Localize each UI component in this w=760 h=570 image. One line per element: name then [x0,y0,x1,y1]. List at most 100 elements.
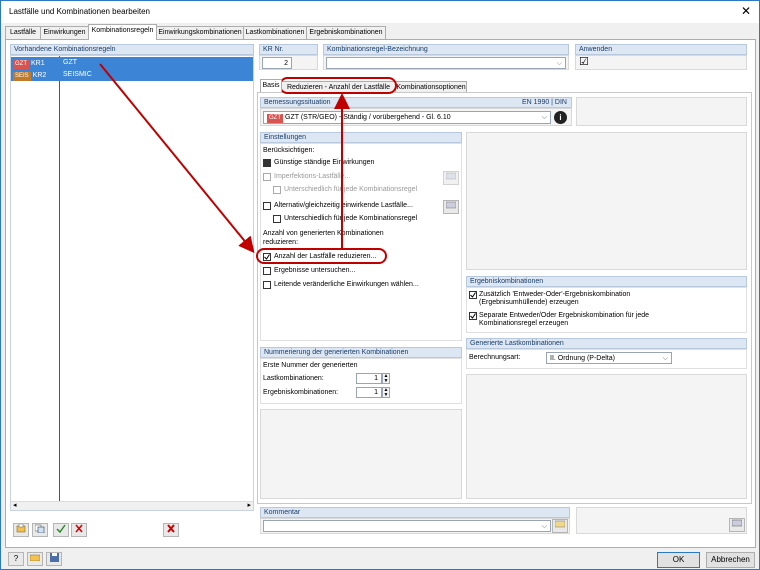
chevron-down-icon[interactable]: ⌵ [557,58,562,70]
comment-input[interactable]: ⌵ [263,520,551,532]
gzt-tag: GZT [13,60,29,69]
design-situation-select[interactable]: GZT GZT (STR/GEO) - Ständig / vorübergehe… [263,111,551,124]
combination-rules-header: Vorhandene Kombinationsregeln [10,44,254,55]
open-folder-icon[interactable] [27,552,43,566]
reduce-loadcases-checkbox[interactable] [263,253,271,261]
design-situation-area: GZT GZT (STR/GEO) - Ständig / vorübergehe… [260,108,572,126]
load-combinations-spinner[interactable]: ▲ ▼ [382,373,390,384]
delete-rule-icon[interactable] [71,523,87,537]
different-per-rule-checkbox-2[interactable] [273,215,281,223]
check-rule-icon[interactable] [53,523,69,537]
reduce-count-text-2: reduzieren: [263,239,299,246]
tab-kombinationsregeln[interactable]: Kombinationsregeln [88,24,157,40]
consider-label: Berücksichtigen: [263,147,315,154]
tab-lastkombinationen[interactable]: Lastkombinationen [243,26,307,39]
comment-header: Kommentar [260,507,570,518]
horizontal-scrollbar[interactable]: ◂ ▸ [11,501,253,510]
cancel-button[interactable]: Abbrechen [706,552,755,568]
reduce-loadcases-label: Anzahl der Lastfälle reduzieren... [274,253,377,260]
close-icon[interactable]: ✕ [741,4,751,18]
dialog-window: Lastfälle und Kombinationen bearbeiten ✕… [0,0,760,570]
ok-button[interactable]: OK [657,552,700,568]
edit-imperfection-icon[interactable] [443,171,459,185]
tab-ergebniskombinationen[interactable]: Ergebniskombinationen [306,26,386,39]
save-icon[interactable] [46,552,62,566]
analysis-type-select[interactable]: II. Ordnung (P-Delta) ⌵ [546,352,672,364]
alternative-loadcases-checkbox[interactable] [263,202,271,210]
help-icon[interactable]: ? [8,552,24,566]
design-norm: EN 1990 | DIN [521,99,567,106]
rule-name-area: ⌵ [323,55,569,70]
reduce-count-text-1: Anzahl von generierten Kombinationen [263,230,384,237]
list-item[interactable]: SEIS KR2 SEISMIC [11,69,253,81]
separate-either-or-checkbox[interactable] [469,312,477,320]
delete-all-icon[interactable] [163,523,179,537]
edit-alternative-icon[interactable] [443,200,459,214]
generated-lc-header: Generierte Lastkombinationen [466,338,747,349]
combination-rules-list[interactable]: GZT KR1 GZT SEIS KR2 SEISMIC ◂ ▸ [10,55,254,511]
different-per-rule-label-1: Unterschiedlich für jede Kombinationsreg… [284,186,418,193]
design-situation-label: Bemessungssituation [264,99,331,106]
numbering-side-area [260,409,462,499]
design-situation-value: GZT (STR/GEO) - Ständig / vorübergehend … [285,114,451,121]
result-combinations-spinner[interactable]: ▲ ▼ [382,387,390,398]
window-title: Lastfälle und Kombinationen bearbeiten [9,7,150,16]
title-bar: Lastfälle und Kombinationen bearbeiten ✕ [1,1,759,23]
info-icon[interactable]: i [554,111,567,124]
analysis-type-label: Berechnungsart: [469,354,521,361]
new-rule-icon[interactable] [13,523,29,537]
copy-rule-icon[interactable] [32,523,48,537]
different-per-rule-label-2: Unterschiedlich für jede Kombinationsreg… [284,215,418,222]
settings-header: Einstellungen [260,132,462,143]
rule-name: GZT [63,59,77,66]
chevron-down-icon[interactable]: ⌵ [542,521,547,533]
comment-area: ⌵ [260,518,570,534]
analysis-type-value: II. Ordnung (P-Delta) [550,355,615,362]
seis-tag: SEIS [13,72,31,81]
scroll-right-icon[interactable]: ▸ [247,501,251,509]
chevron-down-icon[interactable]: ⌵ [542,112,547,124]
alternative-loadcases-label: Alternativ/gleichzeitig einwirkende Last… [274,202,413,209]
result-combinations-header: Ergebniskombinationen [466,276,747,287]
table-edit-icon[interactable] [729,518,745,532]
separate-either-or-label-2: Kombinationsregel erzeugen [479,320,569,327]
apply-checkbox[interactable]: ☑ [579,56,589,69]
subtab-basis[interactable]: Basis [260,79,282,92]
scroll-left-icon[interactable]: ◂ [13,501,17,509]
design-situation-side-area [576,97,747,126]
comment-side-area [576,507,747,534]
leading-variable-label: Leitende veränderliche Einwirkungen wähl… [274,281,419,288]
favorable-permanent-checkbox[interactable] [263,159,271,167]
rule-id: KR2 [32,72,47,79]
result-combinations-input[interactable]: 1 [356,387,382,398]
first-number-label: Erste Nummer der generierten [263,362,358,369]
check-results-checkbox[interactable] [263,267,271,275]
tab-einwirkungskombinationen[interactable]: Einwirkungskombinationen [156,26,244,39]
apply-header: Anwenden [575,44,747,55]
chevron-down-icon[interactable]: ⌵ [663,353,668,365]
rule-name: SEISMIC [63,71,92,78]
settings-side-area [466,132,747,270]
either-or-checkbox[interactable] [469,291,477,299]
leading-variable-checkbox[interactable] [263,281,271,289]
check-results-label: Ergebnisse untersuchen... [274,267,356,274]
apply-area: ☑ [575,55,747,70]
result-combinations-label: Ergebniskombinationen: [263,389,339,396]
design-situation-header: Bemessungssituation EN 1990 | DIN [260,97,572,108]
comment-edit-icon[interactable] [552,519,568,533]
favorable-permanent-label: Günstige ständige Einwirkungen [274,159,375,166]
kr-number-field[interactable]: 2 [262,57,292,69]
list-item[interactable]: GZT KR1 GZT [11,57,253,69]
tab-einwirkungen[interactable]: Einwirkungen [40,26,89,39]
tab-lastfaelle[interactable]: Lastfälle [5,26,41,39]
load-combinations-input[interactable]: 1 [356,373,382,384]
load-combinations-label: Lastkombinationen: [263,375,324,382]
imperfection-label: Imperfektions-Lastfälle... [274,173,351,180]
either-or-label-1: Zusätzlich 'Entweder-Oder'-Ergebniskombi… [479,291,631,298]
generated-side-area [466,374,747,499]
imperfection-checkbox[interactable] [263,173,271,181]
numbering-header: Nummerierung der generierten Kombination… [260,347,462,358]
rule-name-select[interactable]: ⌵ [326,57,566,69]
separate-either-or-label-1: Separate Entweder/Oder Ergebniskombinati… [479,312,650,319]
different-per-rule-checkbox-1[interactable] [273,186,281,194]
